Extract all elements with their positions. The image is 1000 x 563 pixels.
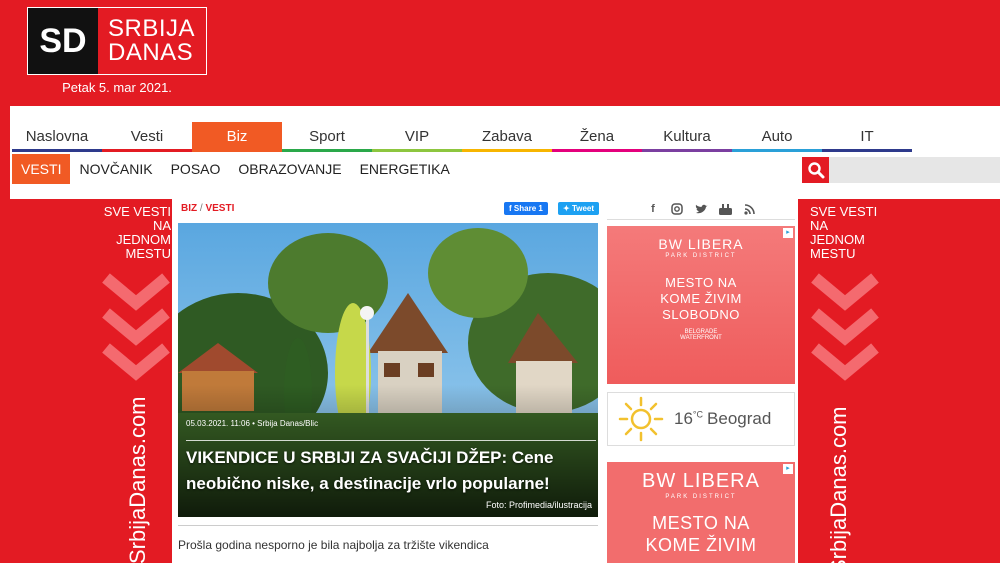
side-banner-right[interactable]: SVE VESTI NA JEDNOM MESTU SrbijaDanas.co… [810, 199, 884, 563]
ad-headline: MESTO NA KOME ŽIVIM SLOBODNO [607, 275, 795, 323]
breadcrumb-separator: / [199, 203, 203, 214]
search-button[interactable] [802, 157, 829, 183]
main-nav: Naslovna Vesti Biz Sport VIP Zabava Žena… [12, 122, 912, 152]
weather-city: Beograd [707, 409, 772, 428]
instagram-icon[interactable] [670, 202, 684, 216]
twitter-tweet-button[interactable]: ✦ Tweet [558, 202, 600, 215]
chevron-down-icon [102, 273, 170, 381]
ad-headline-line-3: SLOBODNO [662, 307, 740, 322]
navigation-bar: Naslovna Vesti Biz Sport VIP Zabava Žena… [10, 106, 1000, 199]
nav-item-vesti[interactable]: Vesti [102, 122, 192, 152]
lede-divider [178, 525, 598, 526]
ad-headline-line-1: MESTO NA [652, 513, 750, 533]
side-banner-line-1: SVE VESTI [810, 204, 878, 219]
youtube-icon[interactable] [718, 202, 732, 216]
weather-temperature: 16°C [674, 409, 703, 429]
side-banner-site: SrbijaDanas.com [125, 396, 150, 563]
facebook-icon: f [509, 204, 512, 213]
facebook-icon[interactable]: f [646, 202, 660, 216]
ad-footer-line-2: WATERFRONT [680, 335, 722, 341]
ad-brand-sub: PARK DISTRICT [665, 253, 737, 259]
sub-nav: VESTI NOVČANIK POSAO OBRAZOVANJE ENERGET… [12, 154, 459, 184]
subnav-item-energetika[interactable]: ENERGETIKA [351, 154, 459, 184]
ad-brand: BW LIBERA [642, 470, 760, 492]
subnav-item-vesti[interactable]: VESTI [12, 154, 71, 184]
ad-brand: BW LIBERA [658, 236, 744, 252]
logo-line-1: SRBIJA [108, 15, 196, 42]
nav-item-auto[interactable]: Auto [732, 122, 822, 152]
side-banner-line-1: SVE VESTI [103, 204, 171, 219]
site-logo[interactable]: SD SRBIJA DANAS [27, 7, 207, 75]
nav-item-zabava[interactable]: Zabava [462, 122, 552, 152]
nav-item-kultura[interactable]: Kultura [642, 122, 732, 152]
weather-temp-unit: °C [692, 409, 704, 420]
side-banner-line-3: MESTU [125, 246, 172, 261]
nav-item-zena[interactable]: Žena [552, 122, 642, 152]
breadcrumb: BIZ / VESTI [181, 203, 234, 214]
ad-choices-icon[interactable]: ▸ [783, 228, 793, 238]
nav-item-vip[interactable]: VIP [372, 122, 462, 152]
subnav-item-obrazovanje[interactable]: OBRAZOVANJE [229, 154, 350, 184]
subnav-item-posao[interactable]: POSAO [162, 154, 230, 184]
ad-banner-top[interactable]: ▸ BW LIBERA PARK DISTRICT MESTO NA KOME … [607, 226, 795, 384]
nav-item-biz[interactable]: Biz [192, 122, 282, 152]
twitter-icon[interactable] [694, 202, 708, 216]
weather-temp-value: 16 [674, 409, 693, 428]
weather-widget[interactable]: 16°C Beograd [607, 392, 795, 446]
twitter-icon: ✦ [563, 204, 570, 213]
breadcrumb-subsection[interactable]: VESTI [205, 203, 234, 214]
logo-abbr: SD [28, 8, 98, 74]
side-banner-text: SVE VESTI NA JEDNOM MESTU [97, 199, 171, 261]
ad-headline-line-1: MESTO NA [665, 275, 737, 290]
nav-item-sport[interactable]: Sport [282, 122, 372, 152]
nav-item-naslovna[interactable]: Naslovna [12, 122, 102, 152]
featured-article: BIZ / VESTI f Share 1 ✦ Tweet 05.03.2021… [172, 199, 604, 563]
side-banner-line-3: MESTU [810, 246, 856, 261]
side-banner-line-2: NA JEDNOM [810, 218, 865, 247]
rss-icon[interactable] [742, 202, 756, 216]
article-meta: 05.03.2021. 11:06 • Srbija Danas/Blic [186, 419, 319, 428]
logo-wordmark: SRBIJA DANAS [98, 8, 206, 74]
breadcrumb-section[interactable]: BIZ [181, 203, 197, 214]
chevron-down-icon [811, 273, 879, 381]
article-hero-image[interactable]: 05.03.2021. 11:06 • Srbija Danas/Blic VI… [178, 223, 598, 517]
side-banner-left[interactable]: SVE VESTI NA JEDNOM MESTU SrbijaDanas.co… [97, 199, 171, 563]
side-banner-site: SrbijaDanas.com [826, 406, 851, 563]
logo-line-2: DANAS [108, 39, 194, 66]
ad-banner-bottom[interactable]: ▸ BW LIBERA PARK DISTRICT MESTO NA KOME … [607, 462, 795, 563]
facebook-share-label: Share 1 [513, 204, 543, 213]
ad-headline-line-2: KOME ŽIVIM [645, 535, 757, 555]
ad-choices-icon[interactable]: ▸ [783, 464, 793, 474]
ad-footer: BELGRADE WATERFRONT [607, 329, 795, 341]
subnav-item-novcanik[interactable]: NOVČANIK [70, 154, 161, 184]
current-date: Petak 5. mar 2021. [62, 80, 172, 95]
nav-item-it[interactable]: IT [822, 122, 912, 152]
right-column: f ▸ BW LIBERA PARK DISTRICT MESTO NA KOM… [604, 199, 798, 563]
ad-brand-sub: PARK DISTRICT [665, 494, 737, 500]
sun-icon [618, 396, 664, 442]
photo-credit: Foto: Profimedia/ilustracija [485, 500, 592, 510]
ad-headline: MESTO NA KOME ŽIVIM [607, 512, 795, 556]
side-banner-text: SVE VESTI NA JEDNOM MESTU [810, 199, 884, 261]
search-input[interactable] [829, 157, 1000, 183]
ad-headline-line-2: KOME ŽIVIM [660, 291, 742, 306]
facebook-share-button[interactable]: f Share 1 [504, 202, 548, 215]
tweet-label: Tweet [571, 204, 595, 213]
side-banner-line-2: NA JEDNOM [116, 218, 171, 247]
article-title[interactable]: VIKENDICE U SRBIJI ZA SVAČIJI DŽEP: Cene… [186, 445, 596, 497]
hero-divider [186, 440, 596, 441]
article-lede[interactable]: Prošla godina nesporno je bila najbolja … [178, 538, 489, 552]
social-links: f [607, 199, 795, 220]
search-icon [807, 162, 824, 179]
